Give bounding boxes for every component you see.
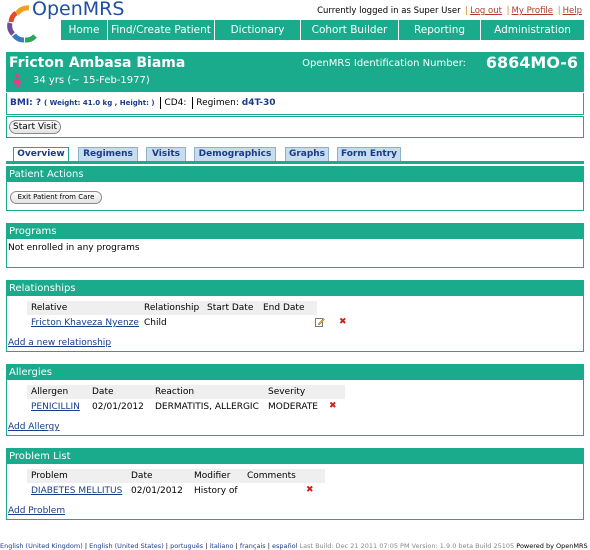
nav-home[interactable]: Home [61,20,107,40]
nav-dictionary[interactable]: Dictionary [214,20,300,40]
programs-section: Programs Not enrolled in any programs [6,223,584,268]
relative-link[interactable]: Fricton Khaveza Nyenze [31,318,139,328]
allergen-link[interactable]: PENICILLIN [31,402,80,412]
tab-form-entry[interactable]: Form Entry [337,147,401,161]
exit-patient-button[interactable]: Exit Patient from Care [10,191,102,204]
patient-actions-section: Patient Actions Exit Patient from Care [6,166,584,211]
powered-by: Powered by OpenMRS [516,542,588,550]
user-bar: Currently logged in as Super User | Log o… [317,6,582,16]
nav-cohort-builder[interactable]: Cohort Builder [300,20,398,40]
footer: English (United Kingdom) | English (Unit… [0,542,588,550]
language-link[interactable]: italiano [209,542,233,550]
allergies-section: Allergies Allergen Date Reaction Severit… [6,364,584,436]
regimen-label: Regimen: [196,98,239,108]
allergy-date: 02/01/2012 [92,402,144,412]
tab-overview[interactable]: Overview [13,147,69,162]
add-problem-link[interactable]: Add Problem [8,506,65,516]
tab-visits[interactable]: Visits [146,147,186,161]
relationships-section: Relationships Relative Relationship Star… [6,280,584,352]
logout-link[interactable]: Log out [470,6,502,16]
problem-link[interactable]: DIABETES MELLITUS [31,486,122,496]
section-title: Problem List [7,449,583,464]
delete-icon[interactable]: ✖ [329,401,337,411]
bmi-label: BMI: ? [10,98,42,108]
add-allergy-link[interactable]: Add Allergy [8,422,60,432]
edit-icon[interactable] [315,317,325,327]
tab-graphs[interactable]: Graphs [285,147,329,161]
patient-age: 34 yrs (~ 15-Feb-1977) [33,75,150,86]
tab-demographics[interactable]: Demographics [194,147,276,161]
problem-date: 02/01/2012 [131,486,183,496]
identifier-label: OpenMRS Identification Number: [302,58,466,69]
column-header: Relationship [144,303,200,313]
column-header: Comments [247,471,296,481]
main-nav: Home Find/Create Patient Dictionary Coho… [61,20,584,40]
relationship-cell: Child [144,318,167,328]
my-profile-link[interactable]: My Profile [512,6,554,16]
nav-administration[interactable]: Administration [480,20,584,40]
column-header: Modifier [194,471,231,481]
patient-tabs: Overview Regimens Visits Demographics Gr… [13,147,584,162]
add-relationship-link[interactable]: Add a new relationship [8,338,111,348]
nav-find-create-patient[interactable]: Find/Create Patient [107,20,214,40]
weight-height: ( Weight: 41.0 kg , Height: ) [44,99,155,107]
allergy-severity: MODERATE [268,402,318,412]
column-header: Allergen [31,387,69,397]
column-header: Start Date [207,303,254,313]
column-header: Reaction [155,387,195,397]
tab-underline [6,161,584,164]
vitals-row: BMI: ? ( Weight: 41.0 kg , Height: ) CD4… [6,93,584,115]
language-link[interactable]: português [170,542,203,550]
problem-list-section: Problem List Problem Date Modifier Comme… [6,448,584,520]
tab-regimens[interactable]: Regimens [78,147,138,161]
column-header: Problem [31,471,68,481]
allergy-reaction: DERMATITIS, ALLERGIC [155,402,259,412]
language-link[interactable]: español [272,542,297,550]
column-header: Severity [268,387,306,397]
programs-text: Not enrolled in any programs [8,243,140,253]
start-visit-button[interactable]: Start Visit [9,120,61,134]
section-title: Allergies [7,365,583,380]
section-title: Programs [7,224,583,239]
column-header: End Date [263,303,305,313]
identifier-value: 6864MO-6 [485,53,578,72]
column-header: Date [92,387,114,397]
nav-reporting[interactable]: Reporting [398,20,480,40]
app-name: OpenMRS [32,0,125,20]
problem-modifier: History of [194,486,238,496]
delete-icon[interactable]: ✖ [339,317,347,327]
column-header: Date [131,471,153,481]
patient-name: Fricton Ambasa Biama [9,55,186,71]
section-title: Patient Actions [7,167,583,182]
language-link[interactable]: français [240,542,266,550]
help-link[interactable]: Help [563,6,582,16]
delete-icon[interactable]: ✖ [306,485,314,495]
build-info: Last Build: Dec 21 2011 07:05 PM Version… [299,542,515,550]
language-link[interactable]: English (United Kingdom) [0,542,83,550]
regimen-value: d4T-30 [241,98,276,108]
language-link[interactable]: English (United States) [89,542,164,550]
female-icon [13,74,21,88]
column-header: Relative [31,303,68,313]
section-title: Relationships [7,281,583,296]
visit-panel: Start Visit [6,116,584,138]
patient-header: Fricton Ambasa Biama 34 yrs (~ 15-Feb-19… [6,52,584,92]
logged-in-text: Currently logged in as Super User [317,6,461,16]
cd4-label: CD4: [164,98,187,108]
